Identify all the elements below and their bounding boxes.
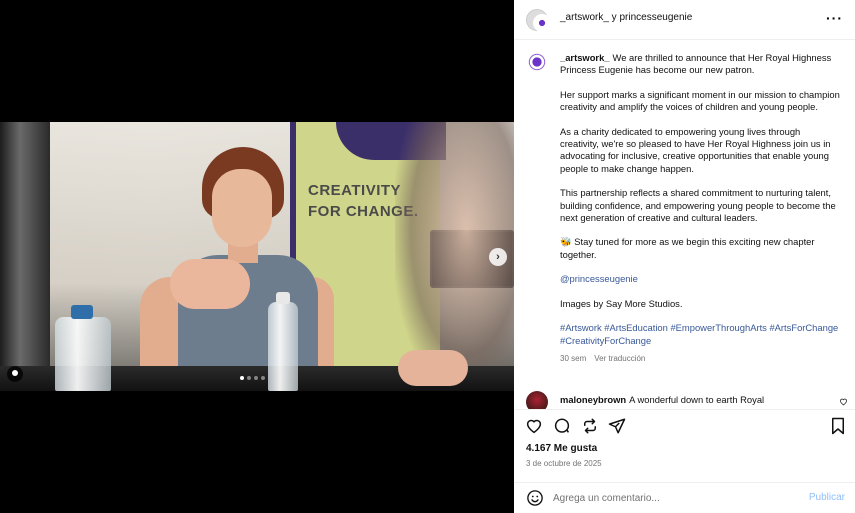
- avatar[interactable]: [526, 391, 548, 409]
- hashtags[interactable]: #Artswork #ArtsEducation #EmpowerThrough…: [560, 322, 840, 347]
- post-caption: _artswork_ We are thrilled to announce th…: [560, 52, 840, 365]
- user-tag-icon[interactable]: [7, 366, 23, 382]
- comment: maloneybrown A wonderful down to earth Ro…: [526, 391, 848, 409]
- post-age: 30 sem: [560, 353, 587, 363]
- add-comment-bar: Publicar: [514, 482, 855, 513]
- caption-paragraph: As a charity dedicated to empowering you…: [560, 125, 831, 174]
- person: [140, 147, 334, 391]
- carousel-dot: [254, 376, 258, 380]
- carousel-dot: [240, 376, 244, 380]
- water-bottle: [268, 292, 298, 391]
- carousel-next-button[interactable]: ›: [489, 248, 507, 266]
- repost-icon[interactable]: [580, 416, 600, 436]
- bookmark-icon[interactable]: [828, 416, 848, 436]
- share-paper-plane-icon[interactable]: [607, 416, 627, 436]
- water-bottle: [55, 305, 111, 391]
- emoji-icon[interactable]: [526, 489, 544, 507]
- post-authors[interactable]: _artswork_ y princesseugenie: [560, 12, 692, 23]
- caption-paragraph: Her support marks a significant moment i…: [560, 88, 840, 113]
- caption-credit: Images by Say More Studios.: [560, 297, 683, 309]
- post-header: _artswork_ y princesseugenie ···: [514, 0, 855, 40]
- comment-username[interactable]: maloneybrown: [560, 394, 626, 405]
- post-comment-button[interactable]: Publicar: [809, 492, 845, 503]
- caption-meta: 30 sem Ver traducción: [560, 353, 840, 365]
- hand-with-pen: [398, 350, 468, 386]
- media-pane: CREATIVITY FOR CHANGE. ›: [0, 0, 514, 513]
- caption-paragraph: 🐝 Stay tuned for more as we begin this e…: [560, 236, 815, 260]
- carousel-dot: [247, 376, 251, 380]
- caption-paragraph: This partnership reflects a shared commi…: [560, 187, 836, 224]
- post-date: 3 de octubre de 2025: [526, 459, 602, 468]
- comments-scroll[interactable]: _artswork_ We are thrilled to announce th…: [514, 41, 855, 409]
- caption-username[interactable]: _artswork_: [560, 52, 610, 63]
- comment-input[interactable]: [553, 490, 793, 506]
- comment-text: A wonderful down to earth Royal: [629, 394, 765, 405]
- more-horizontal-icon[interactable]: ···: [826, 10, 843, 26]
- carousel-dots: [240, 376, 265, 380]
- post-photo[interactable]: CREATIVITY FOR CHANGE.: [0, 122, 514, 391]
- action-bar: [514, 409, 855, 441]
- heart-icon[interactable]: [839, 397, 848, 408]
- comment-bubble-icon[interactable]: [552, 416, 572, 436]
- likes-count[interactable]: 4.167 Me gusta: [526, 443, 597, 454]
- post-viewer: CREATIVITY FOR CHANGE. › _artswork_ y pr…: [0, 0, 855, 513]
- window-frame: [0, 122, 50, 391]
- post-details-panel: _artswork_ y princesseugenie ··· _artswo…: [514, 0, 855, 513]
- mention-link[interactable]: @princesseugenie: [560, 273, 638, 284]
- like-heart-icon[interactable]: [524, 416, 544, 436]
- carousel-dot: [261, 376, 265, 380]
- translate-link[interactable]: Ver traducción: [594, 354, 645, 363]
- avatar[interactable]: [526, 51, 548, 73]
- avatar[interactable]: [533, 14, 551, 32]
- chevron-right-icon: ›: [496, 251, 500, 263]
